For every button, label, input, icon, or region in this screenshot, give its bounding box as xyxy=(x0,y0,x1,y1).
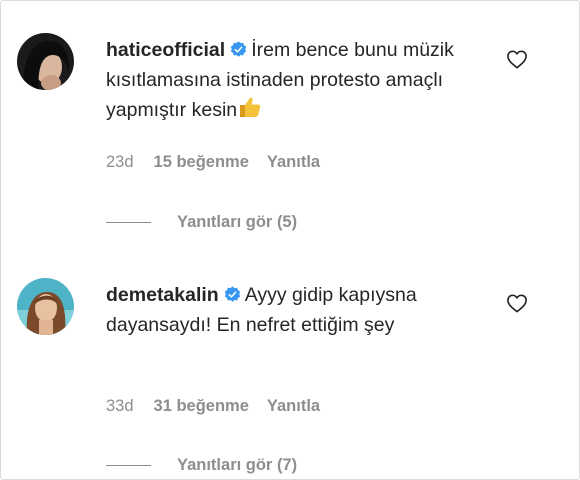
likes-count-button[interactable]: 31 beğenme xyxy=(154,397,249,416)
view-replies-label: Yanıtları gör (5) xyxy=(177,213,298,231)
reply-button[interactable]: Yanıtla xyxy=(267,153,320,172)
thumbs-up-emoji xyxy=(240,97,261,117)
comment-username[interactable]: demetakalin xyxy=(106,284,219,306)
likes-count-button[interactable]: 15 beğenme xyxy=(154,153,249,172)
view-replies-button[interactable]: Yanıtları gör (7) xyxy=(106,456,297,475)
reply-button[interactable]: Yanıtla xyxy=(267,397,320,416)
comments-panel: haticeofficial İrem bence bunu müzik kısı… xyxy=(0,0,580,480)
view-replies-button[interactable]: Yanıtları gör (5) xyxy=(106,213,297,232)
verified-badge-icon xyxy=(224,286,240,302)
divider-line xyxy=(106,465,151,466)
comment-timestamp: 23d xyxy=(106,153,134,171)
view-replies-label: Yanıtları gör (7) xyxy=(177,456,298,474)
heart-outline-icon[interactable] xyxy=(506,293,528,313)
verified-badge-icon xyxy=(231,41,247,57)
avatar[interactable] xyxy=(17,33,74,90)
avatar[interactable] xyxy=(17,278,74,335)
comment-username[interactable]: haticeofficial xyxy=(106,39,225,61)
heart-outline-icon[interactable] xyxy=(506,49,528,69)
comment-timestamp: 33d xyxy=(106,397,134,415)
divider-line xyxy=(106,222,151,223)
